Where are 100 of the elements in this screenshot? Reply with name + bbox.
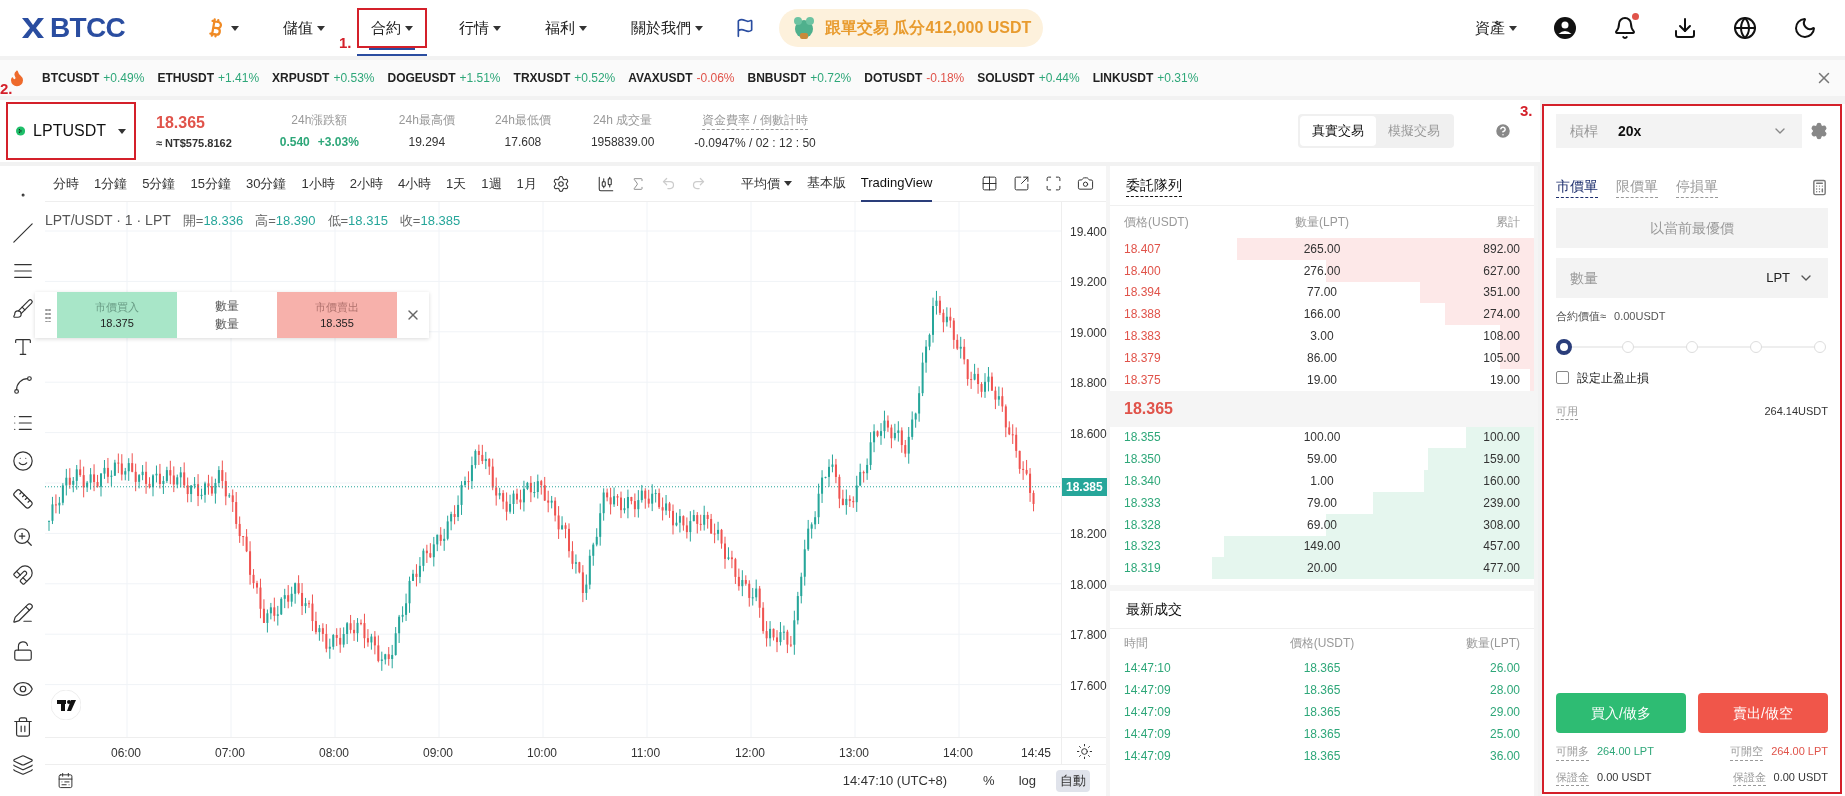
info-value: 264.00 LPT — [1771, 744, 1828, 759]
interval-button[interactable]: 2小時 — [349, 173, 383, 194]
book-amount: 100.00 — [1302, 429, 1342, 447]
unlock-icon[interactable] — [11, 640, 34, 662]
nav-item[interactable]: 合約 — [357, 8, 427, 48]
help-icon[interactable] — [1494, 122, 1512, 140]
info-label: 保證金 — [1732, 768, 1766, 786]
layout-grid-icon[interactable] — [981, 175, 998, 192]
ticker-item[interactable]: BTCUSDT +0.49% — [42, 69, 145, 87]
interval-button[interactable]: 4小時 — [397, 173, 432, 194]
unit-selector[interactable]: LPT — [1766, 268, 1790, 288]
interval-button[interactable]: 分時 — [53, 173, 79, 194]
ticker-item[interactable]: DOGEUSDT +1.51% — [387, 69, 501, 87]
trash-icon[interactable] — [11, 716, 34, 738]
stat-value: 19.294 — [408, 134, 446, 151]
amount-slider[interactable] — [1556, 338, 1828, 355]
zoom-in-icon[interactable] — [11, 526, 34, 548]
language-globe-icon[interactable] — [1733, 16, 1757, 40]
ohlc-value: 收=18.385 — [399, 211, 461, 230]
scale-button[interactable]: log — [1014, 769, 1040, 792]
info-value: 264.00 LPT — [1597, 744, 1654, 759]
book-price: 18.333 — [1124, 494, 1162, 512]
pair-selector[interactable]: LPTUSDT — [6, 102, 136, 160]
chart-view-tab[interactable]: TradingView — [860, 165, 933, 202]
book-price: 18.400 — [1124, 262, 1162, 280]
ohlc-value: 高=18.390 — [255, 211, 316, 230]
camera-icon[interactable] — [1077, 175, 1094, 192]
nav-item[interactable]: 儲值 — [271, 8, 337, 48]
book-amount: 59.00 — [1306, 451, 1338, 469]
last-price-tag: 18.385 — [1062, 477, 1107, 496]
nav-item[interactable]: 關於我們 — [619, 8, 715, 48]
axis-settings-icon[interactable] — [1075, 742, 1093, 760]
magnet-icon[interactable] — [11, 564, 34, 586]
nav-item[interactable]: 福利 — [533, 8, 599, 48]
interval-button[interactable]: 1月 — [516, 173, 537, 194]
scale-button[interactable]: 自動 — [1056, 769, 1090, 792]
interval-button[interactable]: 15分鐘 — [190, 173, 231, 194]
slider-thumb[interactable] — [1556, 338, 1572, 355]
column-header: 價格(USDT) — [1288, 635, 1356, 653]
slider-tick[interactable] — [1814, 340, 1826, 353]
drag-handle-icon[interactable] — [45, 308, 51, 322]
interval-button[interactable]: 5分鐘 — [142, 173, 176, 194]
candlestick-icon[interactable] — [596, 174, 615, 193]
logo-text[interactable]: BTCC — [50, 7, 125, 49]
trade-amount: 28.00 — [1488, 682, 1520, 700]
book-total: 108.00 — [1482, 328, 1520, 346]
interval-button[interactable]: 1小時 — [301, 173, 335, 194]
brush-icon[interactable] — [11, 298, 34, 320]
ticker-item[interactable]: XRPUSDT +0.53% — [272, 69, 375, 87]
book-amount: 79.00 — [1306, 494, 1338, 512]
time-axis-label: 07:00 — [215, 745, 246, 762]
stat-label: 24h最高價 — [398, 112, 455, 129]
ticker-item[interactable]: AVAXUSDT -0.06% — [628, 69, 735, 87]
trend-line-icon[interactable] — [11, 222, 34, 244]
interval-button[interactable]: 1週 — [481, 173, 502, 194]
layers-icon[interactable] — [11, 754, 34, 776]
emoji-icon[interactable] — [11, 450, 34, 472]
interval-button[interactable]: 1天 — [446, 173, 467, 194]
book-total: 159.00 — [1482, 451, 1520, 469]
slider-tick[interactable] — [1686, 340, 1698, 353]
trade-price: 18.365 — [1302, 660, 1342, 678]
scale-button[interactable]: % — [979, 769, 999, 792]
market-buy-button[interactable]: 市價買入 18.375 — [57, 292, 177, 338]
ticker-item[interactable]: SOLUSDT +0.44% — [977, 69, 1080, 87]
share-icon[interactable] — [1013, 175, 1030, 192]
ticker-item[interactable]: TRXUSDT +0.52% — [513, 69, 616, 87]
ticker-item[interactable]: ETHUSDT +1.41% — [157, 69, 260, 87]
amount-field[interactable]: 數量 LPT — [1556, 258, 1828, 298]
market-sell-button[interactable]: 市價賣出 18.355 — [277, 292, 397, 338]
calculator-icon[interactable] — [1811, 178, 1828, 196]
interval-button[interactable]: 1分鐘 — [94, 173, 128, 194]
slider-tick[interactable] — [1750, 340, 1762, 353]
order-type-tab[interactable]: 市價單 — [1556, 176, 1598, 198]
dark-mode-icon[interactable] — [1793, 16, 1817, 40]
ticker-item[interactable]: DOTUSDT -0.18% — [864, 69, 965, 87]
slider-tick[interactable] — [1622, 340, 1634, 353]
panel-title[interactable]: 委託隊列 — [1126, 174, 1182, 197]
fullscreen-icon[interactable] — [1045, 175, 1062, 192]
notification-bell-icon[interactable] — [1613, 16, 1637, 40]
amount-input[interactable]: 數量 — [197, 315, 257, 333]
user-avatar-icon[interactable] — [1553, 16, 1577, 40]
leverage-dropdown[interactable]: 槓桿 20x — [1556, 114, 1802, 148]
settings-icon[interactable] — [551, 174, 570, 193]
ticker-item[interactable]: LINKUSDT +0.31% — [1092, 69, 1199, 87]
pattern-icon[interactable] — [11, 374, 34, 396]
date-range-icon[interactable] — [57, 772, 74, 790]
download-icon[interactable] — [1673, 16, 1697, 40]
checkbox[interactable] — [1556, 371, 1569, 384]
time-axis-label: 08:00 — [319, 745, 350, 762]
ruler-icon[interactable] — [11, 488, 34, 510]
trade-mode-tab[interactable]: 真實交易 — [1300, 116, 1376, 146]
ticker-item[interactable]: BNBUSDT +0.72% — [747, 69, 852, 87]
assets-menu[interactable]: 資產 — [1475, 16, 1517, 40]
price-type-dropdown[interactable]: 平均價 — [740, 173, 792, 194]
interval-button[interactable]: 30分鐘 — [245, 173, 287, 194]
pencil-icon[interactable] — [11, 602, 34, 624]
nav-item[interactable]: 行情 — [447, 8, 513, 48]
price-axis-label: 18.200 — [1070, 526, 1107, 544]
chart-view-tab[interactable]: 基本版 — [806, 165, 846, 202]
flag-icon[interactable] — [735, 18, 755, 38]
